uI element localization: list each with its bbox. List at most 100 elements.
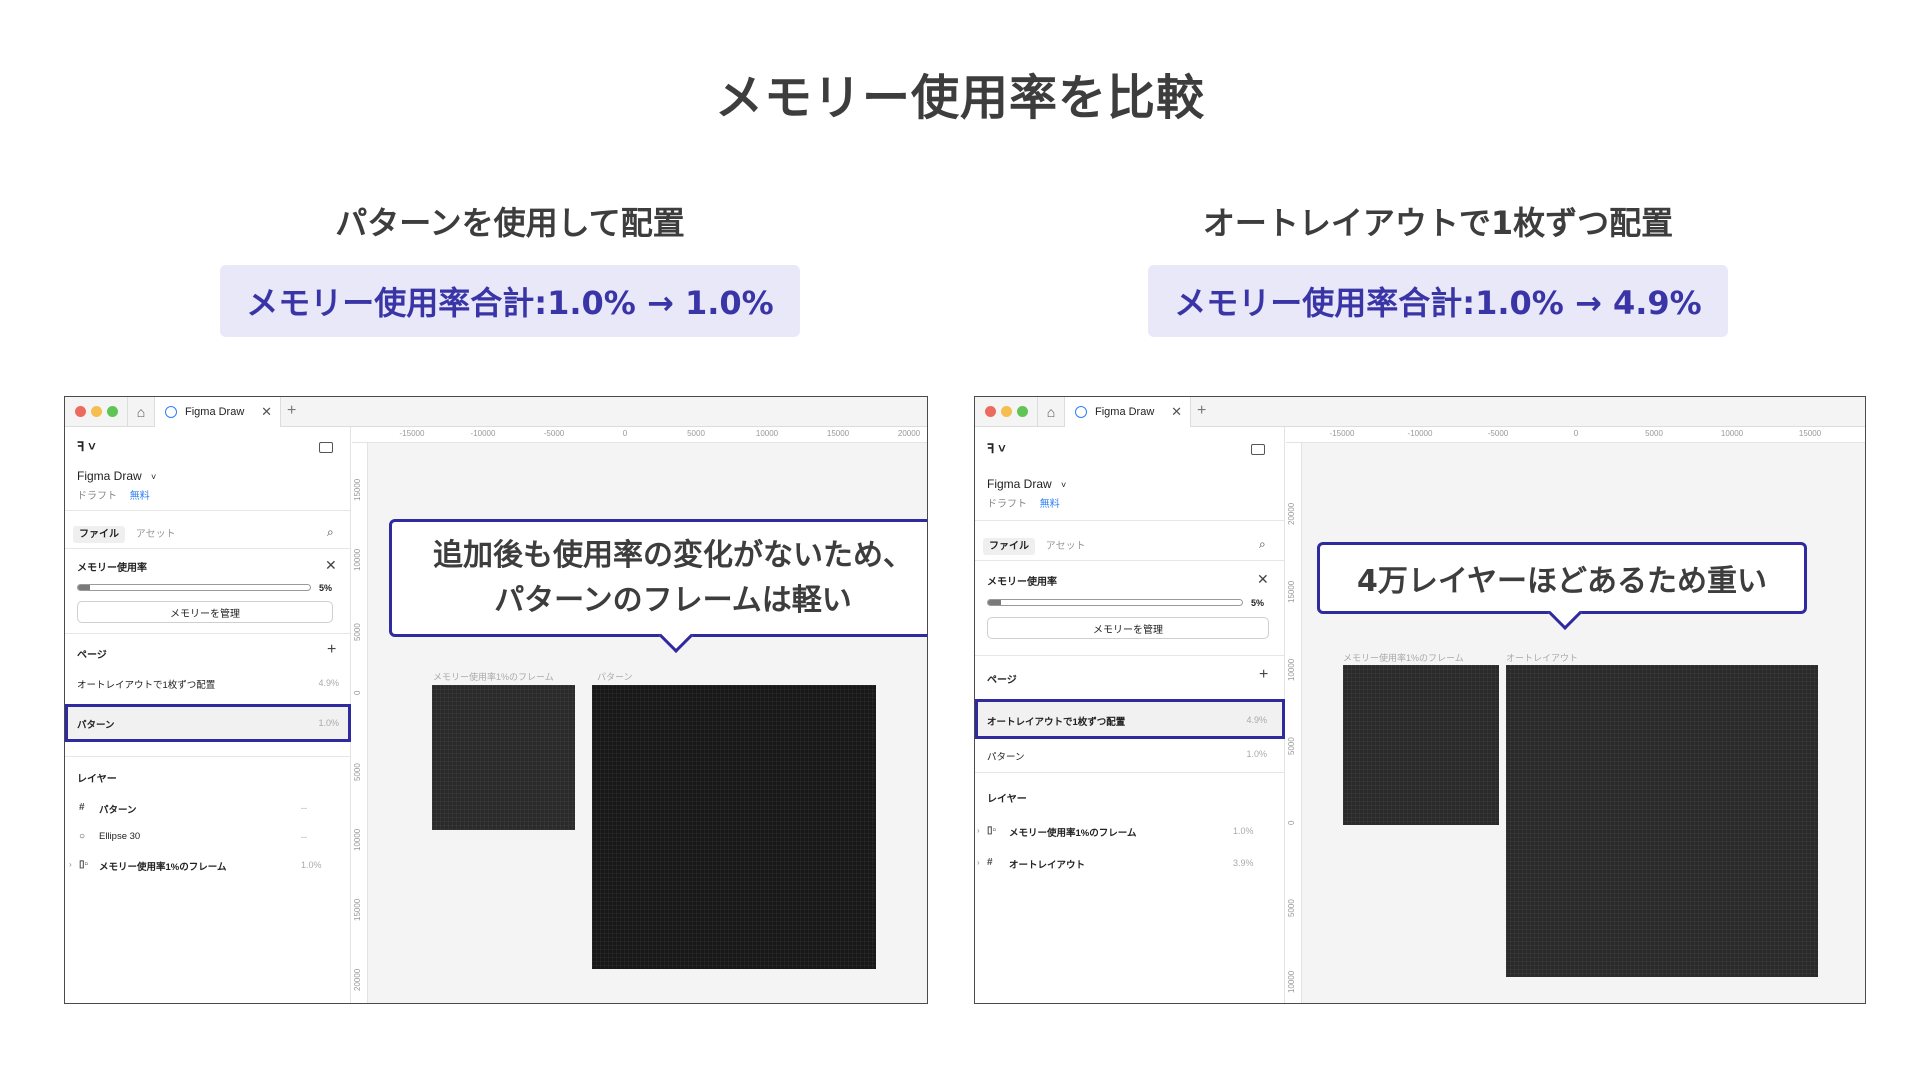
left-callout: 追加後も使用率の変化がないため、 パターンのフレームは軽い xyxy=(389,519,927,653)
layer-item[interactable]: メモリー使用率1%のフレーム xyxy=(1009,825,1136,839)
ellipse-icon: ○ xyxy=(79,831,86,842)
memory-frame[interactable] xyxy=(432,685,575,830)
new-tab-icon[interactable]: + xyxy=(287,402,296,420)
new-tab-icon[interactable]: + xyxy=(1197,402,1206,420)
expand-chevron-icon[interactable]: › xyxy=(977,826,980,835)
layers-title: レイヤー xyxy=(987,794,1027,805)
ruler-tick: -15000 xyxy=(399,429,425,438)
tab-title: Figma Draw xyxy=(185,406,245,418)
tab-assets[interactable]: アセット xyxy=(1046,541,1086,552)
ruler-tick: 5000 xyxy=(353,763,362,781)
tab-figma-draw[interactable]: Figma Draw ✕ xyxy=(155,397,281,427)
page-item-label[interactable]: パターン xyxy=(987,749,1025,763)
memory-frame[interactable] xyxy=(1343,665,1499,825)
minimize-window-button[interactable] xyxy=(1001,406,1012,417)
search-icon[interactable]: ⌕ xyxy=(327,525,334,540)
memory-usage-fill xyxy=(78,585,90,590)
manage-memory-button[interactable]: メモリーを管理 xyxy=(987,617,1269,639)
left-summary-pill: メモリー使用率合計:1.0% → 1.0% xyxy=(220,265,800,337)
ruler-tick: 10000 xyxy=(1720,429,1744,438)
close-icon[interactable]: ✕ xyxy=(1171,404,1182,420)
left-heading: パターンを使用して配置 xyxy=(335,204,685,242)
ruler-tick: -5000 xyxy=(1487,429,1509,438)
ruler-tick: 0 xyxy=(1287,820,1296,825)
ruler-tick: 0 xyxy=(622,429,628,438)
minimize-window-button[interactable] xyxy=(91,406,102,417)
figma-logo-icon[interactable]: ꟻ ˅ xyxy=(77,439,96,455)
figma-draw-icon xyxy=(165,406,177,418)
close-icon[interactable]: ✕ xyxy=(1257,571,1269,588)
tab-file[interactable]: ファイル xyxy=(73,526,125,543)
add-page-icon[interactable]: + xyxy=(1259,666,1268,684)
manage-memory-button[interactable]: メモリーを管理 xyxy=(77,601,333,623)
ruler-tick: 5000 xyxy=(353,623,362,641)
zoom-window-button[interactable] xyxy=(107,406,118,417)
project-name[interactable]: Figma Draw ˅ xyxy=(987,477,1066,491)
layer-value: 3.9% xyxy=(1233,858,1254,868)
ruler-tick: 20000 xyxy=(353,968,362,991)
panel-toggle-icon[interactable] xyxy=(319,442,333,453)
project-name[interactable]: Figma Draw ˅ xyxy=(77,469,156,483)
close-window-button[interactable] xyxy=(985,406,996,417)
ruler-tick: 15000 xyxy=(353,478,362,501)
page-item-label: オートレイアウトで1枚ずつ配置 xyxy=(987,717,1126,728)
page-item-value: 4.9% xyxy=(318,678,339,688)
ruler-tick: 5000 xyxy=(1645,429,1663,438)
layout-frame-icon: ▯▫ xyxy=(79,859,89,870)
memory-usage-fill xyxy=(988,600,1001,605)
right-figma-window: ⌂ Figma Draw ✕ + ꟻ ˅ Figma Draw ˅ ドラフト 無… xyxy=(974,396,1866,1004)
right-canvas[interactable]: -15000 -10000 -5000 0 5000 10000 15000 2… xyxy=(1286,427,1865,1003)
memory-usage-percent: 5% xyxy=(1251,598,1265,608)
frame-icon: # xyxy=(987,857,993,868)
ruler-tick: 10000 xyxy=(353,548,362,571)
memory-usage-percent: 5% xyxy=(319,583,333,593)
memory-usage-bar xyxy=(987,599,1243,606)
page-item-value: 1.0% xyxy=(1246,749,1267,759)
layer-item[interactable]: Ellipse 30 xyxy=(99,831,140,842)
tab-file[interactable]: ファイル xyxy=(983,538,1035,555)
page-item-label[interactable]: オートレイアウトで1枚ずつ配置 xyxy=(77,677,215,691)
pattern-frame[interactable] xyxy=(592,685,876,969)
auto-layout-frame[interactable] xyxy=(1506,665,1818,977)
layer-value: 1.0% xyxy=(301,860,322,870)
ruler-tick: 15000 xyxy=(353,898,362,921)
expand-chevron-icon[interactable]: › xyxy=(69,860,72,869)
ruler-tick: 15000 xyxy=(1287,580,1296,603)
callout-line: 4万レイヤーほどあるため重い xyxy=(1357,564,1767,599)
expand-chevron-icon[interactable]: › xyxy=(977,858,980,867)
home-icon[interactable]: ⌂ xyxy=(127,397,155,427)
frame-label: メモリー使用率1%のフレーム xyxy=(433,672,554,682)
figma-logo-icon[interactable]: ꟻ ˅ xyxy=(987,441,1006,457)
tab-assets[interactable]: アセット xyxy=(136,529,176,540)
chevron-down-icon[interactable]: ˅ xyxy=(151,472,156,482)
ruler-tick: 0 xyxy=(353,690,362,695)
layout-frame-icon: ▯▫ xyxy=(987,825,997,836)
memory-usage-label: メモリー使用率 xyxy=(987,577,1057,588)
titlebar: ⌂ Figma Draw ✕ + xyxy=(65,397,927,427)
ruler-tick: -10000 xyxy=(1407,429,1433,438)
chevron-down-icon[interactable]: ˅ xyxy=(1061,480,1066,490)
tab-figma-draw[interactable]: Figma Draw ✕ xyxy=(1065,397,1191,427)
ruler-tick: 10000 xyxy=(755,429,779,438)
panel-toggle-icon[interactable] xyxy=(1251,444,1265,455)
search-icon[interactable]: ⌕ xyxy=(1259,537,1266,552)
right-heading: オートレイアウトで1枚ずつ配置 xyxy=(1202,204,1674,242)
add-page-icon[interactable]: + xyxy=(327,641,336,659)
zoom-window-button[interactable] xyxy=(1017,406,1028,417)
close-icon[interactable]: ✕ xyxy=(261,404,272,420)
layer-item[interactable]: パターン xyxy=(99,802,137,816)
titlebar: ⌂ Figma Draw ✕ + xyxy=(975,397,1865,427)
close-icon[interactable]: ✕ xyxy=(325,557,337,574)
layer-item[interactable]: メモリー使用率1%のフレーム xyxy=(99,859,226,873)
ruler-tick: 15000 xyxy=(826,429,850,438)
memory-usage-bar xyxy=(77,584,311,591)
close-window-button[interactable] xyxy=(75,406,86,417)
layer-value: 1.0% xyxy=(1233,826,1254,836)
ruler-tick: -15000 xyxy=(1329,429,1355,438)
layer-item[interactable]: オートレイアウト xyxy=(1009,857,1085,871)
left-canvas[interactable]: -15000 -10000 -5000 0 5000 10000 15000 2… xyxy=(352,427,927,1003)
ruler-tick: 5000 xyxy=(1287,899,1296,917)
right-callout: 4万レイヤーほどあるため重い xyxy=(1317,542,1807,630)
home-icon[interactable]: ⌂ xyxy=(1037,397,1065,427)
ruler-top: -15000 -10000 -5000 0 5000 10000 15000 2… xyxy=(352,427,927,443)
